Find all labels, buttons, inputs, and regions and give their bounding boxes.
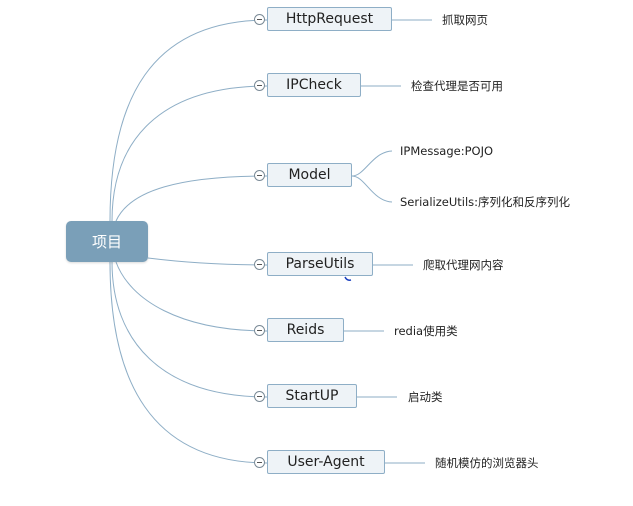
- connector-parseutils: [147, 257, 269, 266]
- collapse-toggle-icon[interactable]: [254, 259, 265, 270]
- connector-httprequest: [109, 19, 269, 222]
- collapse-toggle-icon[interactable]: [254, 80, 265, 91]
- subtopic-user-agent-1[interactable]: 随机模仿的浏览器头: [435, 456, 539, 470]
- connector-startup: [111, 261, 269, 398]
- cursor-mark: [344, 276, 352, 281]
- subtopic-model-2[interactable]: SerializeUtils:序列化和反序列化: [400, 195, 570, 209]
- collapse-toggle-icon[interactable]: [254, 457, 265, 468]
- topic-ipcheck[interactable]: IPCheck: [267, 73, 361, 97]
- subtopic-model-1[interactable]: IPMessage:POJO: [400, 144, 493, 158]
- collapse-toggle-icon[interactable]: [254, 325, 265, 336]
- topic-startup[interactable]: StartUP: [267, 384, 357, 408]
- topic-httprequest[interactable]: HttpRequest: [267, 7, 392, 31]
- subtopic-parseutils-1[interactable]: 爬取代理网内容: [423, 258, 504, 272]
- topic-parseutils[interactable]: ParseUtils: [267, 252, 373, 276]
- topic-reids[interactable]: Reids: [267, 318, 344, 342]
- subtopic-ipcheck-1[interactable]: 检查代理是否可用: [411, 79, 503, 93]
- collapse-toggle-icon[interactable]: [254, 391, 265, 402]
- topic-user-agent[interactable]: User-Agent: [267, 450, 385, 474]
- subtopic-reids-1[interactable]: redia使用类: [394, 324, 458, 338]
- subtopic-startup-1[interactable]: 启动类: [408, 390, 443, 404]
- collapse-toggle-icon[interactable]: [254, 170, 265, 181]
- connector-useragent: [109, 261, 269, 464]
- topic-model[interactable]: Model: [267, 163, 352, 187]
- leaf-connector-model-2: [351, 175, 393, 203]
- collapse-toggle-icon[interactable]: [254, 14, 265, 25]
- subtopic-httprequest-1[interactable]: 抓取网页: [442, 13, 488, 27]
- connector-reids: [115, 261, 269, 332]
- connector-model: [115, 175, 269, 222]
- root-topic[interactable]: 项目: [66, 221, 148, 262]
- leaf-connector-model-1: [351, 150, 393, 177]
- connector-ipcheck: [111, 85, 269, 222]
